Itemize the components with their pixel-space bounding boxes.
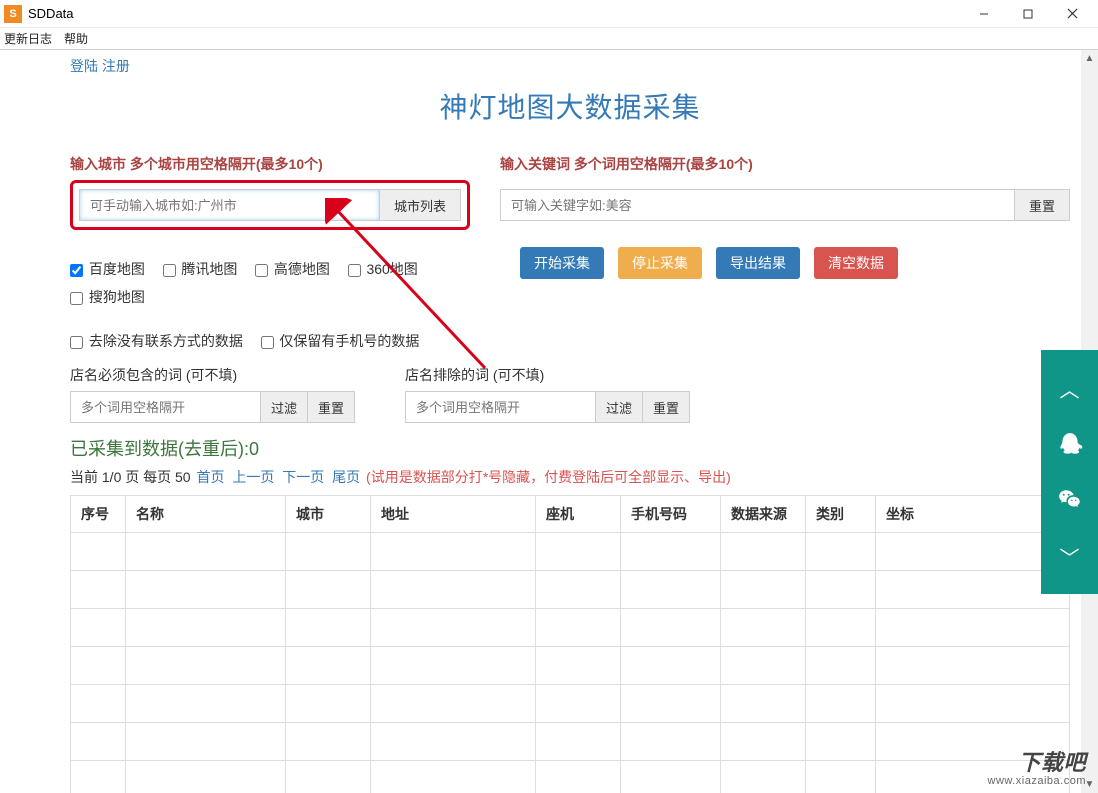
- scrollbar-down-icon[interactable]: ▼: [1081, 776, 1098, 793]
- table-row: [71, 571, 1070, 609]
- opt-only-mobile-checkbox[interactable]: [261, 336, 274, 349]
- table-row: [71, 533, 1070, 571]
- dock-down-button[interactable]: ﹀: [1041, 528, 1098, 584]
- th-tel: 座机: [536, 496, 621, 533]
- exclude-input[interactable]: [405, 391, 595, 423]
- minimize-icon: [979, 9, 989, 19]
- map-sogou-checkbox[interactable]: [70, 292, 83, 305]
- th-city: 城市: [286, 496, 371, 533]
- app-icon: S: [4, 5, 22, 23]
- table-row: [71, 761, 1070, 793]
- map-sources-row: 百度地图 腾讯地图 高德地图 360地图 搜狗地图: [70, 259, 470, 307]
- dock-up-button[interactable]: ︿: [1041, 360, 1098, 416]
- map-360[interactable]: 360地图: [348, 261, 418, 277]
- register-link[interactable]: 注册: [102, 58, 130, 74]
- include-label: 店名必须包含的词 (可不填): [70, 365, 355, 385]
- opt-remove-no-contact-checkbox[interactable]: [70, 336, 83, 349]
- menu-bar: 更新日志 帮助: [0, 28, 1098, 50]
- start-collect-button[interactable]: 开始采集: [520, 247, 604, 279]
- th-index: 序号: [71, 496, 126, 533]
- chevron-up-icon: ︿: [1060, 374, 1080, 403]
- keyword-input[interactable]: [500, 189, 1014, 221]
- city-label: 输入城市 多个城市用空格隔开(最多10个): [70, 154, 470, 174]
- results-table: 序号 名称 城市 地址 座机 手机号码 数据来源 类别 坐标: [70, 495, 1070, 793]
- export-button[interactable]: 导出结果: [716, 247, 800, 279]
- pager-top-last[interactable]: 尾页: [332, 469, 360, 485]
- include-reset-button[interactable]: 重置: [308, 391, 355, 423]
- login-link[interactable]: 登陆: [70, 58, 98, 74]
- th-mobile: 手机号码: [621, 496, 721, 533]
- maximize-icon: [1023, 9, 1033, 19]
- map-tencent-checkbox[interactable]: [163, 264, 176, 277]
- city-list-button[interactable]: 城市列表: [379, 189, 461, 221]
- auth-links: 登陆 注册: [70, 56, 1070, 76]
- menu-help[interactable]: 帮助: [64, 30, 88, 47]
- wechat-icon: [1057, 487, 1083, 513]
- clear-data-button[interactable]: 清空数据: [814, 247, 898, 279]
- pager-top-note: (试用是数据部分打*号隐藏，付费登陆后可全部显示、导出): [366, 469, 731, 485]
- menu-changelog[interactable]: 更新日志: [4, 30, 52, 47]
- exclude-reset-button[interactable]: 重置: [643, 391, 690, 423]
- pager-top-first[interactable]: 首页: [196, 469, 224, 485]
- qq-icon: [1057, 431, 1083, 457]
- table-row: [71, 609, 1070, 647]
- chevron-down-icon: ﹀: [1060, 542, 1080, 571]
- client-area: ▲ ▼ 登陆 注册 神灯地图大数据采集 输入城市 多个城市用空格隔开(最多10个…: [0, 50, 1098, 793]
- stop-collect-button[interactable]: 停止采集: [618, 247, 702, 279]
- map-baidu[interactable]: 百度地图: [70, 261, 145, 277]
- minimize-button[interactable]: [962, 0, 1006, 28]
- map-gaode[interactable]: 高德地图: [255, 261, 330, 277]
- maximize-button[interactable]: [1006, 0, 1050, 28]
- city-input[interactable]: [79, 189, 379, 221]
- map-sogou[interactable]: 搜狗地图: [70, 287, 145, 307]
- table-row: [71, 723, 1070, 761]
- exclude-filter-button[interactable]: 过滤: [595, 391, 643, 423]
- dock-wechat-button[interactable]: [1041, 472, 1098, 528]
- map-gaode-checkbox[interactable]: [255, 264, 268, 277]
- keyword-label: 输入关键词 多个词用空格隔开(最多10个): [500, 154, 1070, 174]
- close-button[interactable]: [1050, 0, 1094, 28]
- scrollbar-up-icon[interactable]: ▲: [1081, 50, 1098, 67]
- include-input[interactable]: [70, 391, 260, 423]
- close-icon: [1067, 8, 1078, 19]
- pager-top-next[interactable]: 下一页: [282, 469, 324, 485]
- side-dock: ︿ ﹀: [1041, 350, 1098, 594]
- dock-qq-button[interactable]: [1041, 416, 1098, 472]
- th-address: 地址: [371, 496, 536, 533]
- collected-count: 已采集到数据(去重后):0: [70, 435, 1070, 461]
- exclude-label: 店名排除的词 (可不填): [405, 365, 690, 385]
- title-bar: S SDData: [0, 0, 1098, 28]
- highlighted-city-box: 城市列表: [70, 180, 470, 230]
- th-name: 名称: [126, 496, 286, 533]
- table-row: [71, 685, 1070, 723]
- pager-top-prefix: 当前 1/0 页 每页 50: [70, 469, 194, 485]
- keyword-reset-button[interactable]: 重置: [1014, 189, 1070, 221]
- opt-only-mobile[interactable]: 仅保留有手机号的数据: [261, 333, 420, 349]
- opt-remove-no-contact[interactable]: 去除没有联系方式的数据: [70, 333, 243, 349]
- pager-top: 当前 1/0 页 每页 50 首页 上一页 下一页 尾页 (试用是数据部分打*号…: [70, 467, 1070, 487]
- th-source: 数据来源: [721, 496, 806, 533]
- app-title: SDData: [28, 6, 74, 21]
- th-category: 类别: [806, 496, 876, 533]
- map-360-checkbox[interactable]: [348, 264, 361, 277]
- map-baidu-checkbox[interactable]: [70, 264, 83, 277]
- map-tencent[interactable]: 腾讯地图: [163, 261, 238, 277]
- pager-top-prev[interactable]: 上一页: [232, 469, 274, 485]
- page-title: 神灯地图大数据采集: [70, 86, 1070, 126]
- include-filter-button[interactable]: 过滤: [260, 391, 308, 423]
- options-row: 去除没有联系方式的数据 仅保留有手机号的数据: [70, 331, 1070, 351]
- table-row: [71, 647, 1070, 685]
